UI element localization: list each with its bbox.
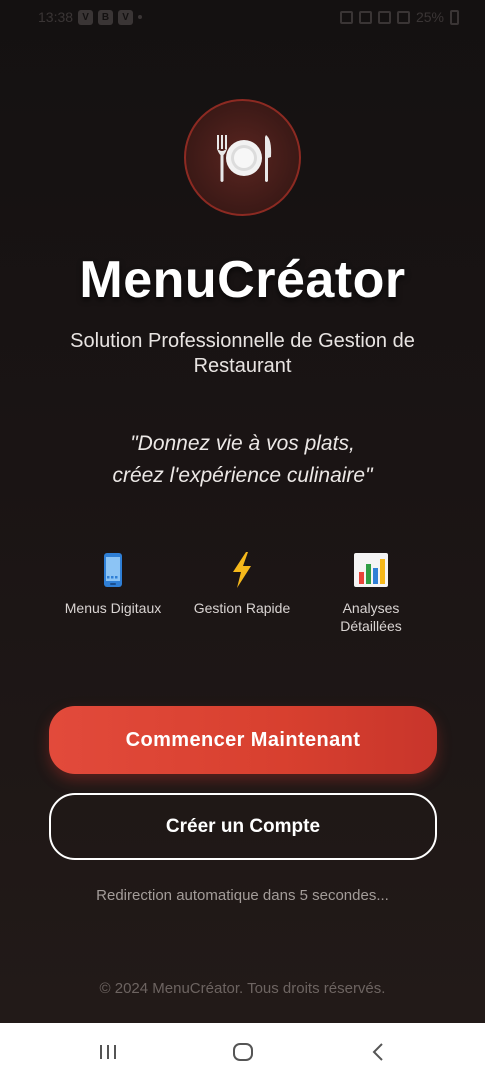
back-icon[interactable] — [366, 1039, 392, 1065]
tagline-line: "Donnez vie à vos plats, — [130, 432, 355, 455]
vibrate-icon — [358, 10, 372, 24]
status-right: 25% — [339, 9, 459, 25]
feature-label: Menus Digitaux — [64, 600, 162, 616]
wifi-icon — [377, 10, 391, 24]
lightning-icon — [233, 552, 251, 588]
feature-analyses-detaillees: Analyses Détaillées — [301, 550, 441, 635]
redirect-countdown-text: Redirection automatique dans 5 secondes.… — [96, 887, 389, 904]
copyright-text: © 2024 MenuCréator. Tous droits réservés… — [99, 980, 386, 997]
alarm-icon — [339, 10, 353, 24]
features-row: Menus Digitaux Gestion Rapide Analyses D… — [0, 550, 485, 650]
app-subtitle: Solution Professionnelle de Gestion de R… — [70, 330, 415, 377]
signal-icon — [396, 10, 410, 24]
feature-gestion-rapide: Gestion Rapide — [172, 550, 312, 617]
recent-apps-icon[interactable] — [95, 1039, 121, 1065]
tagline: "Donnez vie à vos plats, créez l'expérie… — [30, 428, 455, 492]
feature-label-line: Analyses — [342, 600, 400, 616]
notification-app-icon: V — [78, 9, 94, 25]
start-now-button[interactable]: Commencer Maintenant — [49, 706, 437, 774]
create-account-button[interactable]: Créer un Compte — [49, 793, 437, 860]
notification-app-icon: B — [98, 9, 114, 25]
app-logo — [184, 99, 301, 216]
battery-percent: 25% — [415, 9, 444, 25]
tagline-line: créez l'expérience culinaire" — [112, 464, 373, 487]
battery-icon — [450, 9, 459, 25]
more-notifications-dot — [138, 15, 143, 19]
feature-label-line: Détaillées — [340, 618, 402, 634]
status-bar: 13:38 V B V 25% — [0, 0, 485, 34]
feature-menus-digitaux: Menus Digitaux — [43, 550, 183, 617]
home-icon[interactable] — [230, 1039, 256, 1065]
status-time: 13:38 — [38, 9, 74, 25]
system-nav-bar — [0, 1023, 485, 1080]
plate-cutlery-icon — [217, 135, 272, 182]
splash-screen: 13:38 V B V 25% MenuCréator Solution Pro… — [0, 0, 485, 1023]
feature-label: Gestion Rapide — [193, 600, 291, 616]
bar-chart-icon — [354, 553, 388, 587]
app-title: MenuCréator — [79, 251, 406, 309]
notification-app-icon: V — [118, 9, 134, 25]
feature-label: Analyses Détaillées — [301, 599, 441, 635]
status-left: 13:38 V B V — [38, 9, 143, 25]
phone-icon — [104, 553, 122, 587]
